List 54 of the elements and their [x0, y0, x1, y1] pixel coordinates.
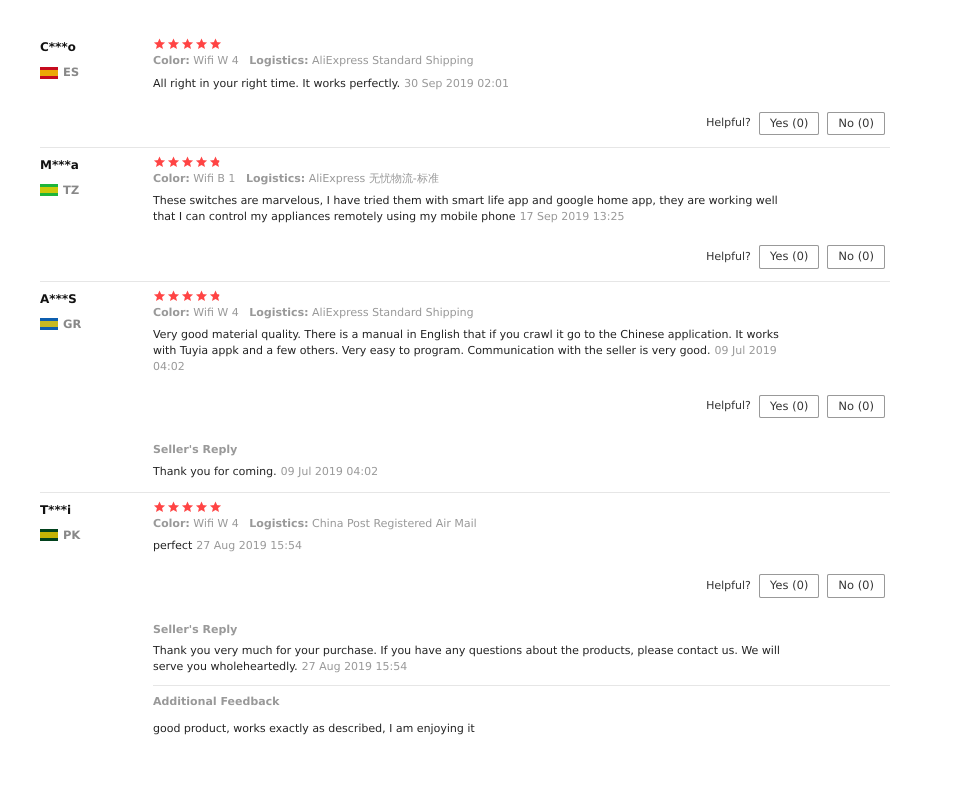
- no-button[interactable]: No (0): [827, 112, 885, 135]
- country-code: TZ: [63, 182, 80, 199]
- reply-text: Thank you for coming. 09 Jul 2019 04:02: [153, 464, 380, 480]
- star-icon: [195, 38, 208, 50]
- country-code: ES: [63, 64, 80, 81]
- star-icon: [209, 38, 222, 50]
- star-icon: [195, 500, 208, 513]
- reviewer-name: A***S: [40, 290, 78, 308]
- helpful-label: Helpful?: [706, 398, 751, 414]
- country-code: PK: [63, 526, 80, 544]
- star-icon: [167, 500, 180, 513]
- order-details: Color: Wifi W 4 Logistics: AliExpress Standard Shipping: [153, 53, 475, 69]
- yes-button[interactable]: Yes (0): [758, 245, 820, 268]
- review-text: Very good material quality. There is a manual in English that if you crawl it go to the Chinese application. It works with Tuyia appk and a few others. Very easy to program. Communication with the seller is very good. 09 Jul 2019 04:02: [153, 327, 780, 375]
- yes-button[interactable]: Yes (0): [758, 574, 820, 598]
- star-icon: [153, 38, 166, 50]
- order-details: Color: Wifi W 4 Logistics: AliExpress Standard Shipping: [153, 304, 475, 320]
- star-icon: [167, 38, 180, 50]
- star-icon: [153, 156, 166, 168]
- no-button[interactable]: No (0): [827, 395, 885, 418]
- star-icon: [209, 156, 222, 168]
- star-icon: [153, 500, 166, 513]
- feedback-text: good product, works exactly as described, I am enjoying it: [153, 720, 476, 736]
- reviewer-name: M***a: [40, 156, 80, 174]
- star-icon: [195, 156, 208, 168]
- yes-button[interactable]: Yes (0): [758, 112, 820, 135]
- no-button[interactable]: No (0): [827, 245, 885, 268]
- helpful-label: Helpful?: [706, 248, 751, 265]
- reviewer-name: T***i: [40, 502, 72, 519]
- helpful-label: Helpful?: [706, 114, 751, 131]
- reviewer-name: C***o: [40, 39, 77, 56]
- review-text: perfect 27 Aug 2019 15:54: [153, 538, 303, 554]
- yes-button[interactable]: Yes (0): [758, 395, 820, 418]
- no-button[interactable]: No (0): [827, 574, 885, 598]
- section-heading: Additional Feedback: [153, 694, 280, 710]
- star-icon: [181, 38, 194, 50]
- order-details: Color: Wifi W 4 Logistics: China Post Registered Air Mail: [153, 516, 478, 532]
- reply-text: Thank you very much for your purchase. If you have any questions about the products, please contact us. We will serve you wholeheartedly. 27 Aug 2019 15:54: [153, 643, 781, 675]
- order-details: Color: Wifi B 1 Logistics: AliExpress 无忧物流-标准: [153, 170, 440, 187]
- review-text: All right in your right time. It works perfectly. 30 Sep 2019 02:01: [153, 76, 510, 92]
- star-icon: [181, 290, 194, 302]
- star-icon: [195, 290, 208, 302]
- star-icon: [181, 156, 194, 168]
- country-code: GR: [63, 316, 82, 332]
- helpful-label: Helpful?: [706, 578, 751, 594]
- section-heading: Seller's Reply: [153, 442, 238, 458]
- star-icon: [153, 290, 166, 302]
- star-icon: [181, 500, 194, 513]
- review-text: These switches are marvelous, I have tried them with smart life app and google home app, they are working well that I can control my appliances remotely using my mobile phone 17 Sep 2019 13:25: [153, 193, 779, 226]
- section-heading: Seller's Reply: [153, 622, 238, 638]
- star-icon: [167, 156, 180, 168]
- star-icon: [167, 290, 180, 302]
- star-icon: [209, 500, 222, 513]
- star-icon: [209, 290, 222, 302]
